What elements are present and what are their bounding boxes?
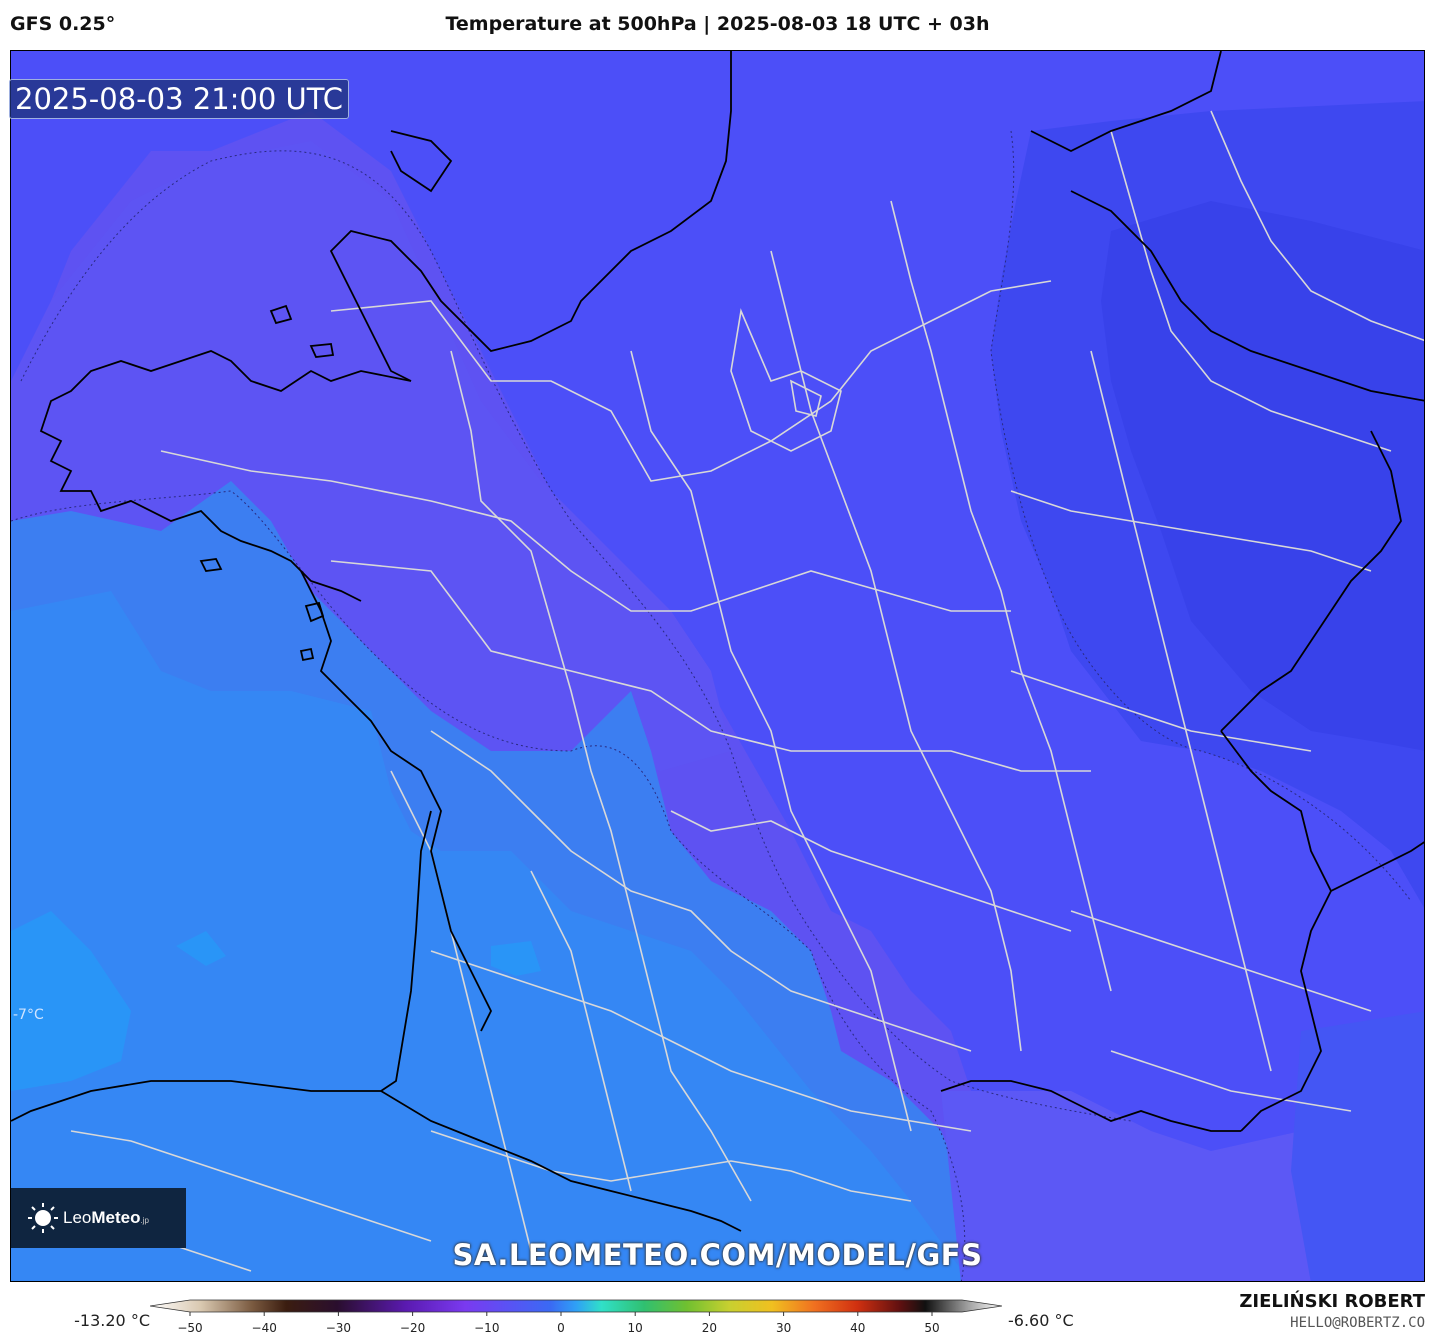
logo-wordmark: LeoMeteo.jp — [63, 1208, 149, 1228]
colorbar-tick-label: 40 — [850, 1321, 865, 1335]
colorbar-tick-label: 20 — [702, 1321, 717, 1335]
valid-time-label: 2025-08-03 21:00 UTC — [9, 79, 350, 119]
site-watermark: SA.LEOMETEO.COM/MODEL/GFS — [452, 1238, 983, 1272]
logo-name-light: Leo — [63, 1208, 92, 1227]
colorbar-tick-label: −10 — [474, 1321, 499, 1335]
colorbar-tick-label: −20 — [400, 1321, 425, 1335]
temperature-map[interactable] — [10, 50, 1425, 1282]
colorbar-tick-label: −40 — [252, 1321, 277, 1335]
color-scale-legend: −50 −40 −30 −20 −10 0 10 20 30 40 50 — [149, 1298, 1003, 1338]
colorbar-tick-label: −50 — [177, 1321, 202, 1335]
colorbar-tick-label: 50 — [924, 1321, 939, 1335]
colorbar-tick-label: 30 — [776, 1321, 791, 1335]
colorbar-tick-label: 10 — [628, 1321, 643, 1335]
map-title: Temperature at 500hPa | 2025-08-03 18 UT… — [445, 13, 990, 35]
legend-min-label: -13.20 °C — [74, 1311, 150, 1330]
map-canvas — [11, 51, 1424, 1281]
author-email[interactable]: HELLO@ROBERTZ.CO — [1290, 1315, 1425, 1331]
colorbar-tick-label: −30 — [326, 1321, 351, 1335]
colorbar-ticks: −50 −40 −30 −20 −10 0 10 20 30 40 50 — [177, 1312, 940, 1335]
colorbar: −50 −40 −30 −20 −10 0 10 20 30 40 50 — [149, 1299, 1003, 1335]
colorbar-tick-label: 0 — [557, 1321, 565, 1335]
colorbar-gradient — [149, 1299, 1003, 1313]
logo-suffix: .jp — [140, 1216, 149, 1225]
sun-icon — [28, 1203, 58, 1233]
legend-max-label: -6.60 °C — [1008, 1311, 1074, 1330]
author-name: ZIELIŃSKI ROBERT — [1239, 1291, 1425, 1312]
logo-name-bold: Meteo — [91, 1208, 141, 1227]
isotherm-label: -7°C — [13, 1007, 44, 1023]
